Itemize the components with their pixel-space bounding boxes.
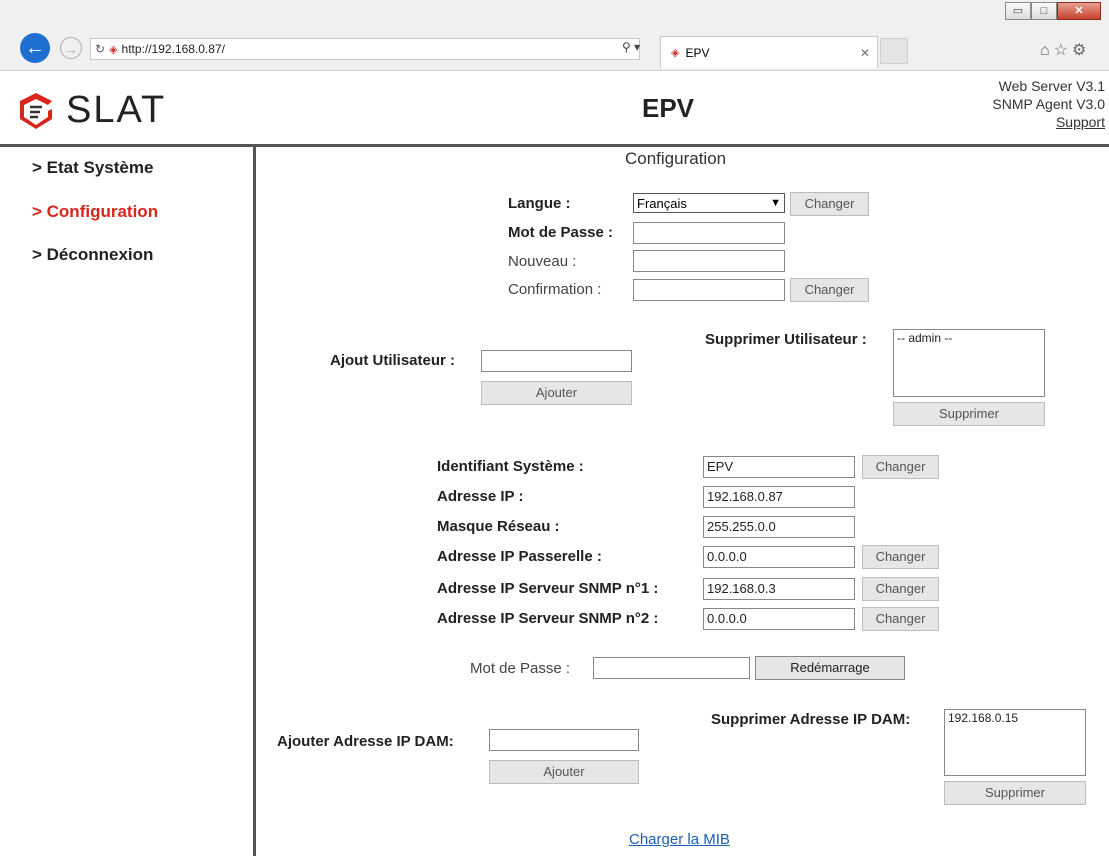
new-password-input[interactable]: [633, 250, 785, 272]
password-label: Mot de Passe :: [508, 224, 614, 241]
logo-text: SLAT: [66, 89, 167, 131]
close-button[interactable]: ✕: [1057, 2, 1101, 20]
password-change-button[interactable]: Changer: [790, 278, 869, 302]
site-shield-icon: ◈: [109, 43, 118, 56]
delete-user-label: Supprimer Utilisateur :: [705, 331, 867, 348]
tab-title: EPV: [685, 45, 710, 60]
mask-label: Masque Réseau :: [437, 518, 560, 535]
web-server-version: Web Server V3.1: [998, 78, 1105, 94]
langue-change-button[interactable]: Changer: [790, 192, 869, 216]
search-icon[interactable]: ⚲ ▾: [622, 40, 640, 54]
add-dam-label: Ajouter Adresse IP DAM:: [277, 733, 454, 750]
sidebar: > Etat Système > Configuration > Déconne…: [0, 147, 256, 856]
system-id-label: Identifiant Système :: [437, 458, 584, 475]
toolbar-icons: ⌂☆⚙: [1040, 40, 1090, 60]
snmp1-label: Adresse IP Serveur SNMP n°1 :: [437, 580, 659, 597]
tab-close-icon[interactable]: ✕: [860, 46, 870, 60]
delete-dam-button[interactable]: Supprimer: [944, 781, 1086, 805]
window-controls: ▭ □ ✕: [1005, 2, 1101, 22]
page-header: SLAT EPV Web Server V3.1 SNMP Agent V3.0…: [0, 71, 1109, 147]
forward-arrow-icon[interactable]: →: [60, 37, 82, 59]
slat-logo-icon: [20, 92, 52, 129]
list-item[interactable]: 192.168.0.15: [948, 711, 1082, 725]
langue-value: Français: [637, 195, 687, 211]
section-title: Configuration: [625, 149, 727, 168]
reboot-button[interactable]: Redémarrage: [755, 656, 905, 680]
maximize-button[interactable]: □: [1031, 2, 1057, 20]
snmp1-change-button[interactable]: Changer: [862, 577, 939, 601]
system-id-change-button[interactable]: Changer: [862, 455, 939, 479]
add-dam-input[interactable]: [489, 729, 639, 751]
dam-listbox[interactable]: 192.168.0.15: [944, 709, 1086, 776]
minimize-button[interactable]: ▭: [1005, 2, 1031, 20]
snmp2-input[interactable]: 0.0.0.0: [703, 608, 855, 630]
tab-shield-icon: ◈: [671, 47, 680, 59]
home-icon[interactable]: ⌂: [1040, 42, 1054, 59]
gear-icon[interactable]: ⚙: [1072, 42, 1090, 59]
snmp-agent-version: SNMP Agent V3.0: [992, 96, 1105, 112]
logo: SLAT: [18, 89, 166, 132]
delete-dam-label: Supprimer Adresse IP DAM:: [711, 711, 911, 728]
sidebar-item-configuration[interactable]: > Configuration: [32, 202, 158, 222]
new-tab-button[interactable]: [880, 38, 908, 64]
snmp2-label: Adresse IP Serveur SNMP n°2 :: [437, 610, 659, 627]
gateway-change-button[interactable]: Changer: [862, 545, 939, 569]
chevron-down-icon: ▼: [770, 197, 781, 209]
support-link[interactable]: Support: [992, 113, 1105, 131]
url-text: http://192.168.0.87/: [121, 42, 225, 56]
snmp1-input[interactable]: 192.168.0.3: [703, 578, 855, 600]
address-bar[interactable]: ↻ ◈ http://192.168.0.87/: [90, 38, 640, 60]
browser-tab[interactable]: ◈ EPV: [660, 36, 878, 68]
mask-input[interactable]: 255.255.0.0: [703, 516, 855, 538]
add-user-input[interactable]: [481, 350, 632, 372]
add-dam-button[interactable]: Ajouter: [489, 760, 639, 784]
load-mib-link[interactable]: Charger la MIB: [629, 831, 730, 848]
new-password-label: Nouveau :: [508, 253, 577, 270]
star-icon[interactable]: ☆: [1054, 42, 1072, 59]
langue-label: Langue :: [508, 195, 571, 212]
browser-chrome: ▭ □ ✕ ← → ↻ ◈ http://192.168.0.87/ ⚲ ▾ ◈…: [0, 0, 1109, 71]
page-title: EPV: [642, 93, 695, 123]
back-arrow-icon[interactable]: ←: [20, 33, 50, 63]
confirm-password-input[interactable]: [633, 279, 785, 301]
user-listbox[interactable]: -- admin --: [893, 329, 1045, 397]
ip-label: Adresse IP :: [437, 488, 524, 505]
sidebar-item-etat-systeme[interactable]: > Etat Système: [32, 158, 153, 178]
refresh-icon[interactable]: ↻: [95, 42, 105, 56]
delete-user-button[interactable]: Supprimer: [893, 402, 1045, 426]
version-info: Web Server V3.1 SNMP Agent V3.0 Support: [992, 77, 1105, 131]
add-user-button[interactable]: Ajouter: [481, 381, 632, 405]
langue-select[interactable]: Français ▼: [633, 193, 785, 213]
list-item[interactable]: -- admin --: [897, 331, 1041, 345]
sidebar-item-deconnexion[interactable]: > Déconnexion: [32, 245, 153, 265]
system-id-input[interactable]: EPV: [703, 456, 855, 478]
confirm-password-label: Confirmation :: [508, 281, 602, 298]
reboot-password-input[interactable]: [593, 657, 750, 679]
reboot-password-label: Mot de Passe :: [470, 660, 571, 677]
current-password-input[interactable]: [633, 222, 785, 244]
ip-input[interactable]: 192.168.0.87: [703, 486, 855, 508]
gateway-input[interactable]: 0.0.0.0: [703, 546, 855, 568]
snmp2-change-button[interactable]: Changer: [862, 607, 939, 631]
add-user-label: Ajout Utilisateur :: [330, 352, 456, 369]
gateway-label: Adresse IP Passerelle :: [437, 548, 602, 565]
